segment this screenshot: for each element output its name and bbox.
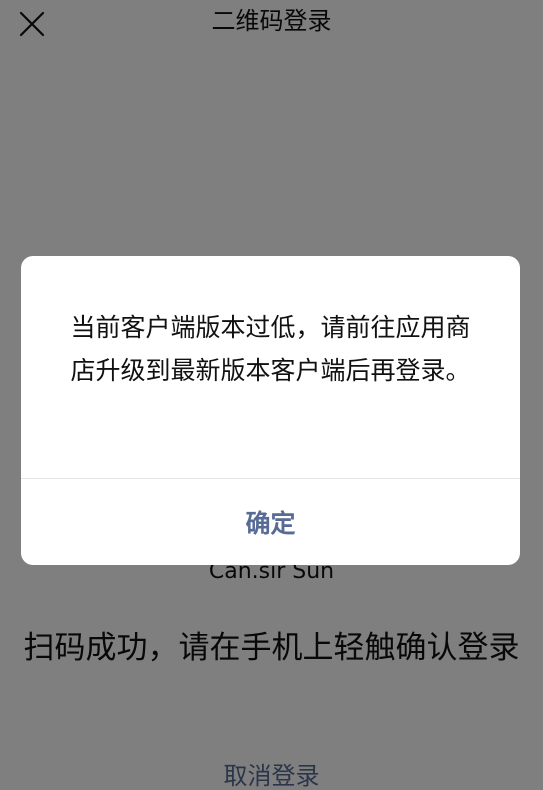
dialog-message: 当前客户端版本过低，请前往应用商店升级到最新版本客户端后再登录。	[70, 313, 471, 385]
confirm-button[interactable]: 确定	[21, 479, 520, 565]
qr-login-screen: 二维码登录 Can.sir Sun 扫码成功，请在手机上轻触确认登录 取消登录 …	[0, 0, 543, 790]
version-alert-dialog: 当前客户端版本过低，请前往应用商店升级到最新版本客户端后再登录。 确定	[21, 256, 520, 565]
